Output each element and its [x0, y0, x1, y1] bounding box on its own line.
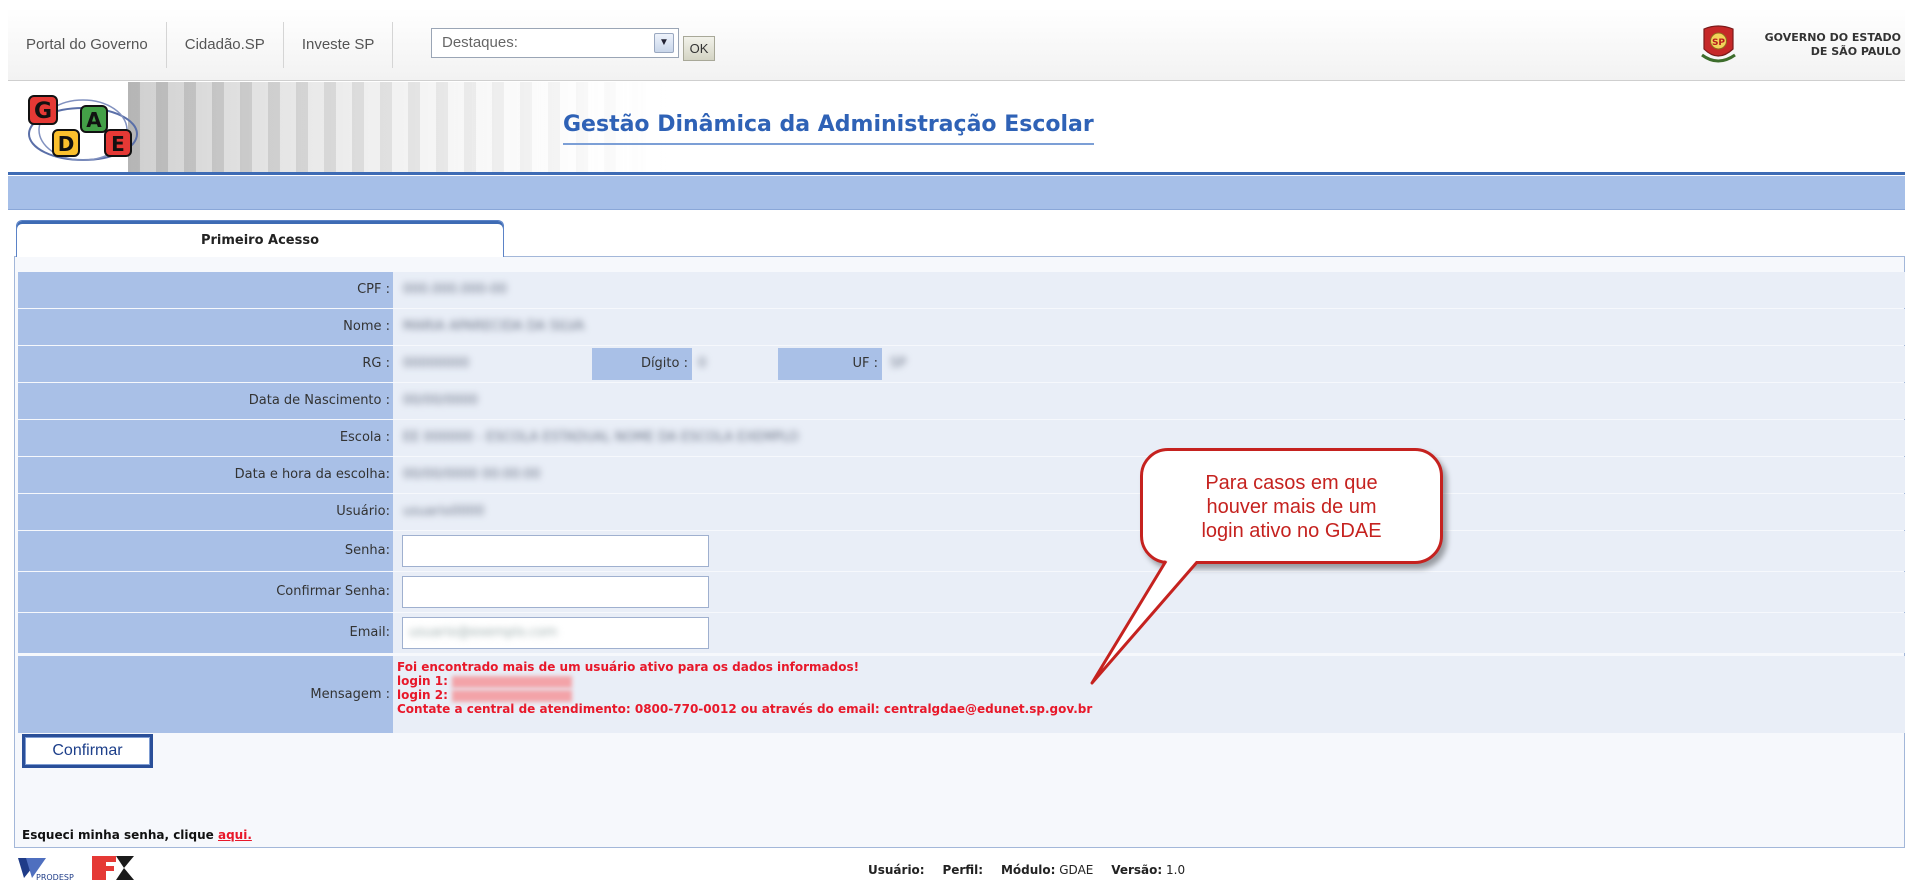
usuario-value: usuario0000: [403, 504, 485, 519]
annotation-callout: Para casos em que houver mais de um logi…: [1140, 448, 1443, 564]
row-data-escolha: Data e hora da escolha: 00/00/0000 00:00…: [18, 457, 1905, 493]
svg-text:D: D: [58, 132, 75, 156]
row-cpf: CPF : 000.000.000-00: [18, 272, 1905, 308]
tab-primeiro-acesso[interactable]: Primeiro Acesso: [16, 220, 504, 257]
mensagem-label: Mensagem :: [18, 656, 393, 733]
row-email: Email: usuario@exemplo.com: [18, 613, 1905, 653]
row-mensagem: Mensagem : Foi encontrado mais de um usu…: [18, 656, 1905, 733]
footer-info: Usuário: Perfil: Módulo: GDAE Versão: 1.…: [868, 863, 1199, 877]
link-investe-sp[interactable]: Investe SP: [284, 22, 394, 68]
svg-text:G: G: [34, 99, 52, 124]
digito-value: 0: [698, 356, 707, 371]
msg-line-4: Contate a central de atendimento: 0800-7…: [397, 702, 1093, 716]
footer-modulo-label: Módulo:: [1000, 863, 1056, 877]
rg-label: RG :: [18, 346, 393, 382]
svg-text:SP: SP: [1712, 38, 1725, 48]
digito-label: Dígito :: [592, 348, 692, 380]
data-nascimento-value: 00/00/0000: [403, 393, 478, 408]
destaques-select[interactable]: Destaques: ▼: [431, 28, 679, 58]
menu-strip: [8, 176, 1905, 210]
login-1-redacted: [451, 675, 572, 688]
cpf-label: CPF :: [18, 272, 393, 308]
site-title: Gestão Dinâmica da Administração Escolar: [563, 112, 1094, 145]
footer-versao-value: 1.0: [1166, 863, 1186, 877]
chevron-down-icon[interactable]: ▼: [654, 33, 674, 53]
callout-line-2: houver mais de um: [1206, 496, 1377, 518]
confirmar-senha-input[interactable]: [402, 576, 709, 608]
gdae-header: G D A E Gestão Dinâmica da Administração…: [8, 82, 1905, 175]
nome-label: Nome :: [18, 309, 393, 345]
row-data-nascimento: Data de Nascimento : 00/00/0000: [18, 383, 1905, 419]
destaques-value: Destaques:: [442, 34, 518, 51]
row-rg: RG : 00000000 Dígito : 0 UF : SP: [18, 346, 1905, 382]
forgot-text: Esqueci minha senha, clique: [22, 828, 218, 842]
row-escola: Escola : EE 000000 - ESCOLA ESTADUAL NOM…: [18, 420, 1905, 456]
gov-line-1: GOVERNO DO ESTADO: [1764, 31, 1901, 44]
data-nascimento-label: Data de Nascimento :: [18, 383, 393, 419]
nome-value: MARIA APARECIDA DA SILVA: [403, 319, 585, 334]
email-field[interactable]: usuario@exemplo.com: [402, 617, 709, 649]
msg-login-1: login 1:: [397, 674, 1092, 688]
uf-label: UF :: [778, 348, 882, 380]
svg-text:E: E: [111, 132, 125, 156]
escola-value: EE 000000 - ESCOLA ESTADUAL NOME DA ESCO…: [403, 430, 799, 445]
footer-usuario-label: Usuário:: [868, 863, 925, 877]
senha-input[interactable]: [402, 535, 709, 567]
confirmar-senha-label: Confirmar Senha:: [18, 572, 393, 612]
link-cidadao-sp[interactable]: Cidadão.SP: [167, 22, 284, 68]
email-label: Email:: [18, 613, 393, 653]
escola-label: Escola :: [18, 420, 393, 456]
rg-value: 00000000: [403, 356, 470, 371]
login-2-redacted: [451, 689, 572, 702]
msg-login-1-label: login 1:: [397, 674, 448, 688]
gov-line-2: DE SÃO PAULO: [1810, 45, 1901, 58]
prodesp-logo-icon: PRODESP: [18, 858, 74, 882]
footer-modulo-value: GDAE: [1059, 863, 1094, 877]
row-senha: Senha:: [18, 531, 1905, 571]
callout-tail-icon: [1090, 557, 1200, 685]
sp-coat-of-arms-icon: SP: [1701, 25, 1736, 63]
data-escolha-value: 00/00/0000 00:00:00: [403, 467, 541, 482]
link-portal-governo[interactable]: Portal do Governo: [8, 22, 167, 68]
uf-value: SP: [890, 356, 907, 371]
email-value: usuario@exemplo.com: [409, 625, 558, 640]
footer-versao-label: Versão:: [1111, 863, 1163, 877]
fde-logo-icon: [92, 856, 134, 880]
gov-topbar: Portal do Governo Cidadão.SP Investe SP …: [8, 8, 1905, 81]
gov-sp-text: GOVERNO DO ESTADO DE SÃO PAULO: [1753, 31, 1901, 59]
footer-logos: PRODESP: [16, 852, 136, 884]
footer-perfil-label: Perfil:: [942, 863, 984, 877]
callout-line-3: login ativo no GDAE: [1201, 520, 1382, 542]
forgot-password-link[interactable]: aqui.: [218, 828, 252, 842]
data-escolha-label: Data e hora da escolha:: [18, 457, 393, 493]
cpf-value: 000.000.000-00: [403, 282, 507, 297]
gdae-logo-icon: G D A E: [28, 95, 138, 161]
svg-text:A: A: [86, 108, 102, 132]
prodesp-text: PRODESP: [36, 873, 74, 882]
ok-button[interactable]: OK: [683, 36, 715, 61]
forgot-password: Esqueci minha senha, clique aqui.: [22, 828, 252, 842]
row-confirmar-senha: Confirmar Senha:: [18, 572, 1905, 612]
msg-login-2-label: login 2:: [397, 688, 448, 702]
senha-label: Senha:: [18, 531, 393, 571]
confirmar-button[interactable]: Confirmar: [22, 734, 153, 768]
msg-login-2: login 2:: [397, 688, 1092, 702]
row-usuario: Usuário: usuario0000: [18, 494, 1905, 530]
msg-line-1: Foi encontrado mais de um usuário ativo …: [397, 660, 860, 674]
error-message: Foi encontrado mais de um usuário ativo …: [397, 660, 1092, 716]
gov-nav: Portal do Governo Cidadão.SP Investe SP: [8, 22, 394, 68]
callout-line-1: Para casos em que: [1205, 472, 1378, 494]
row-nome: Nome : MARIA APARECIDA DA SILVA: [18, 309, 1905, 345]
usuario-label: Usuário:: [18, 494, 393, 530]
